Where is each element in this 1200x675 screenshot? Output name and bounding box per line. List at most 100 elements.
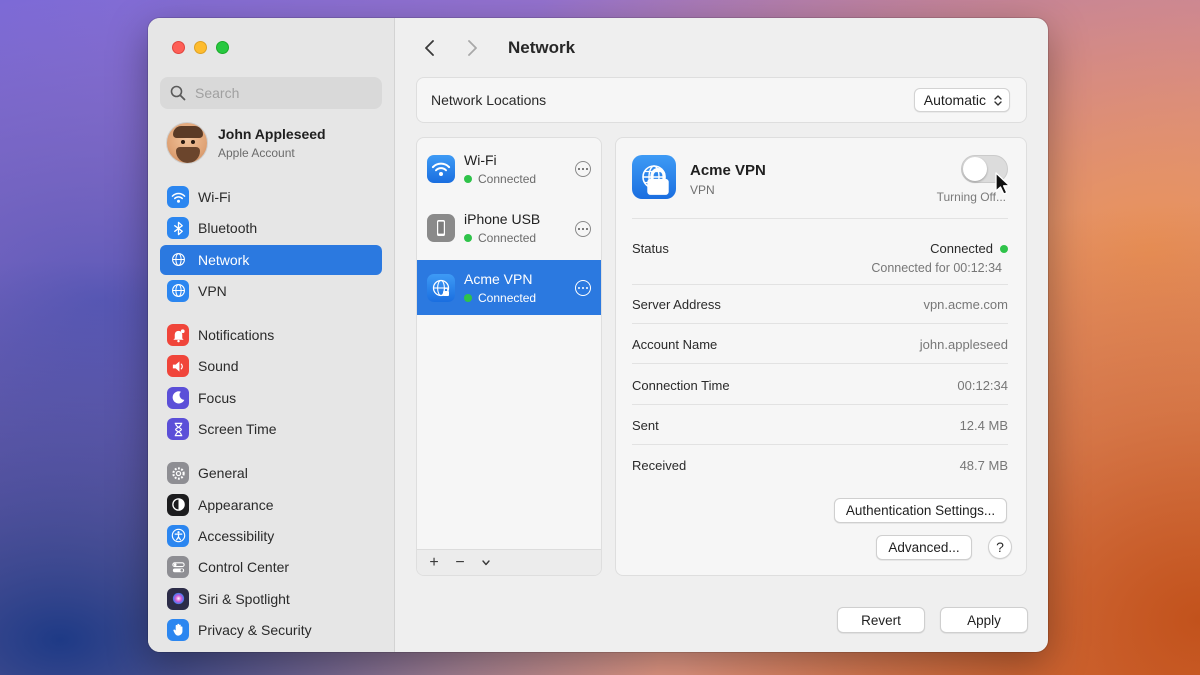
authentication-settings-button[interactable]: Authentication Settings... bbox=[834, 498, 1007, 523]
sidebar-item-label: General bbox=[198, 465, 248, 482]
vpn-service-icon bbox=[632, 155, 676, 199]
search-icon bbox=[170, 85, 186, 101]
toggles-icon bbox=[167, 556, 189, 579]
network-locations-label: Network Locations bbox=[431, 92, 547, 108]
sidebar-item-label: Appearance bbox=[198, 496, 274, 513]
sent-row: Sent 12.4 MB bbox=[632, 418, 1008, 438]
status-indicator-dot bbox=[464, 174, 472, 183]
chevron-left-icon bbox=[425, 40, 434, 56]
apply-button[interactable]: Apply bbox=[940, 607, 1028, 633]
chevron-down-icon bbox=[482, 559, 490, 565]
bell-icon bbox=[167, 324, 189, 347]
service-options-button[interactable] bbox=[575, 280, 591, 296]
sidebar-item-label: Focus bbox=[198, 389, 237, 406]
received-value: 48.7 MB bbox=[959, 458, 1008, 474]
network-locations-popup[interactable]: Automatic bbox=[913, 88, 1010, 112]
page-title: Network bbox=[508, 38, 576, 57]
accessibility-icon bbox=[167, 524, 189, 547]
up-down-chevron-icon bbox=[994, 94, 1002, 106]
sidebar-item-label: Network bbox=[198, 251, 250, 268]
account-name-value: john.appleseed bbox=[919, 337, 1008, 353]
account-name-row: Account Name john.appleseed bbox=[632, 337, 1008, 357]
sidebar-item-accessibility[interactable]: Accessibility bbox=[160, 521, 382, 551]
status-row: Status Connected Connected for 00:12:34 bbox=[632, 241, 1008, 281]
account-subtitle: Apple Account bbox=[218, 146, 295, 160]
service-item-wi-fi[interactable]: Wi-Fi Connected bbox=[417, 141, 601, 196]
forward-button[interactable] bbox=[462, 38, 482, 58]
sidebar-item-sound[interactable]: Sound bbox=[160, 351, 382, 381]
service-actions-menu-button[interactable] bbox=[475, 553, 497, 573]
service-status-text: Connected bbox=[478, 290, 537, 305]
divider bbox=[632, 443, 1008, 445]
sidebar-item-label: Accessibility bbox=[198, 527, 275, 544]
chevron-right-icon bbox=[468, 40, 477, 56]
sidebar-item-screen-time[interactable]: Screen Time bbox=[160, 414, 382, 444]
network-locations-row: Network Locations Automatic bbox=[416, 77, 1027, 123]
sidebar-item-label: Siri & Spotlight bbox=[198, 590, 290, 607]
sent-value: 12.4 MB bbox=[959, 417, 1008, 433]
service-name: iPhone USB bbox=[464, 211, 541, 227]
service-list: Acme VPN Connected iPhone USB Connected … bbox=[416, 137, 602, 576]
network-locations-value: Automatic bbox=[923, 92, 986, 108]
sidebar: John Appleseed Apple Account Wi-Fi Blueto… bbox=[148, 18, 395, 652]
service-options-button[interactable] bbox=[575, 161, 591, 177]
search-field[interactable] bbox=[160, 77, 382, 109]
lock-icon bbox=[647, 168, 669, 195]
revert-button[interactable]: Revert bbox=[837, 607, 925, 633]
hourglass-icon bbox=[167, 418, 189, 441]
window-controls bbox=[172, 41, 229, 54]
sidebar-item-general[interactable]: General bbox=[160, 458, 382, 488]
moon-icon bbox=[167, 386, 189, 409]
sidebar-item-label: Screen Time bbox=[198, 421, 277, 438]
server-address-value: vpn.acme.com bbox=[923, 297, 1008, 312]
sidebar-item-siri-spotlight[interactable]: Siri & Spotlight bbox=[160, 584, 382, 614]
sidebar-item-notifications[interactable]: Notifications bbox=[160, 320, 382, 350]
divider bbox=[632, 218, 1008, 219]
service-detail-panel: Acme VPN VPN Turning Off... Status Conne… bbox=[615, 137, 1027, 576]
add-service-button[interactable]: + bbox=[423, 553, 445, 573]
sidebar-item-vpn[interactable]: VPN bbox=[160, 276, 382, 306]
server-address-row: Server Address vpn.acme.com bbox=[632, 297, 1008, 317]
service-type: VPN bbox=[690, 183, 715, 197]
zoom-window-button[interactable] bbox=[216, 41, 229, 54]
divider bbox=[632, 284, 1008, 285]
service-options-button[interactable] bbox=[575, 220, 591, 237]
sidebar-item-label: Privacy & Security bbox=[198, 621, 312, 638]
service-item-acme-vpn[interactable]: Acme VPN Connected bbox=[417, 260, 601, 315]
search-input[interactable] bbox=[195, 85, 365, 101]
siri-icon bbox=[167, 587, 189, 610]
status-indicator-dot bbox=[464, 234, 472, 242]
remove-service-button[interactable]: − bbox=[449, 553, 471, 573]
wifi-icon bbox=[167, 186, 189, 208]
close-window-button[interactable] bbox=[172, 41, 185, 54]
sidebar-item-wi-fi[interactable]: Wi-Fi bbox=[160, 182, 382, 212]
sidebar-item-control-center[interactable]: Control Center bbox=[160, 552, 382, 582]
connection-time-row: Connection Time 00:12:34 bbox=[632, 378, 1008, 398]
advanced-button[interactable]: Advanced... bbox=[876, 535, 972, 560]
service-item-iphone-usb[interactable]: iPhone USB Connected bbox=[417, 201, 601, 256]
status-indicator-dot bbox=[1000, 244, 1008, 253]
sidebar-item-label: Sound bbox=[198, 358, 239, 375]
minimize-window-button[interactable] bbox=[194, 41, 207, 54]
sidebar-item-privacy-security[interactable]: Privacy & Security bbox=[160, 615, 382, 645]
sidebar-item-network[interactable]: Network bbox=[160, 244, 382, 275]
sidebar-item-label: Control Center bbox=[198, 559, 290, 576]
received-row: Received 48.7 MB bbox=[632, 458, 1008, 478]
sidebar-item-bluetooth[interactable]: Bluetooth bbox=[160, 213, 382, 243]
speaker-icon bbox=[167, 355, 189, 378]
sidebar-item-appearance[interactable]: Appearance bbox=[160, 490, 382, 520]
gear-icon bbox=[167, 462, 189, 485]
back-button[interactable] bbox=[420, 38, 440, 58]
help-button[interactable]: ? bbox=[988, 535, 1012, 559]
service-status: Connected bbox=[464, 172, 536, 186]
service-title: Acme VPN bbox=[690, 162, 766, 179]
avatar bbox=[166, 122, 208, 164]
connected-duration: Connected for 00:12:34 bbox=[871, 261, 1002, 275]
apple-account[interactable]: John Appleseed Apple Account bbox=[166, 122, 326, 164]
service-status-text: Connected bbox=[478, 171, 537, 186]
sidebar-item-focus[interactable]: Focus bbox=[160, 383, 382, 413]
appearance-icon bbox=[167, 493, 189, 516]
connection-time-label: Connection Time bbox=[632, 377, 730, 393]
sidebar-item-label: Notifications bbox=[198, 327, 275, 344]
main-pane: Network Network Locations Automatic Acme… bbox=[396, 18, 1048, 652]
